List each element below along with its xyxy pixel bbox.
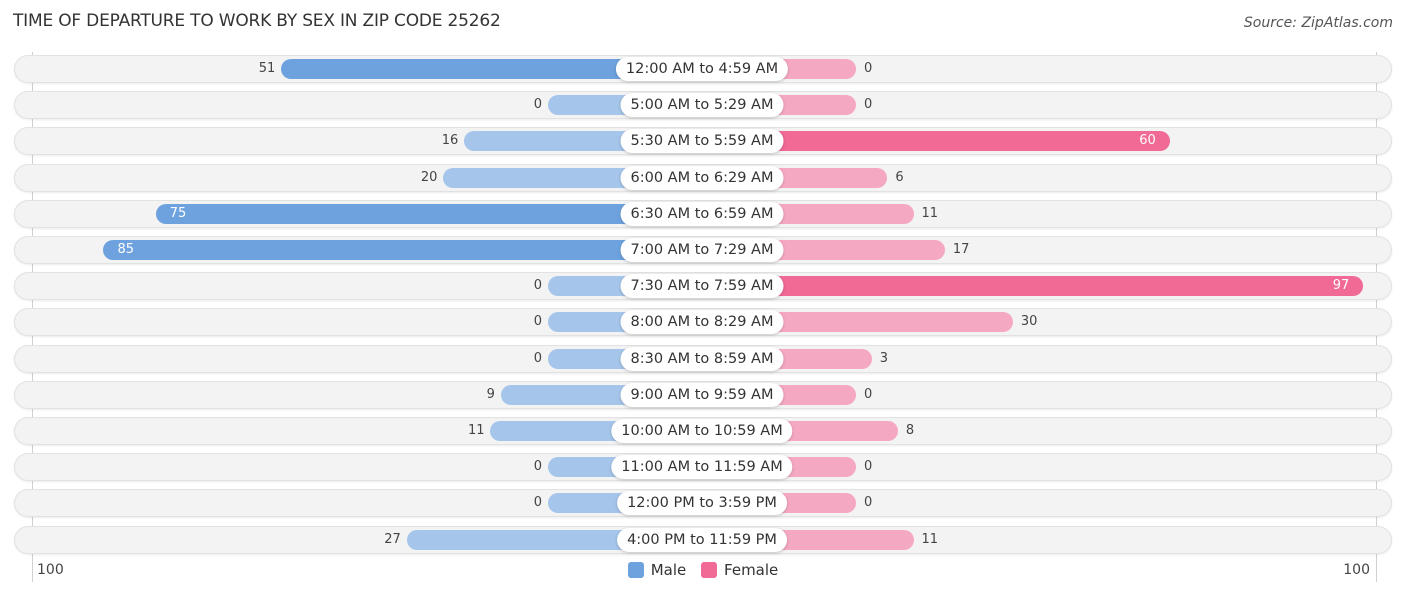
- category-label: 4:00 PM to 11:59 PM: [617, 527, 787, 552]
- value-label-female: 11: [921, 531, 939, 547]
- category-label: 6:00 AM to 6:29 AM: [620, 165, 784, 190]
- legend-swatch-male: [627, 562, 644, 578]
- value-label-male: 20: [420, 169, 438, 185]
- bar-female[interactable]: [702, 276, 1364, 297]
- value-label-male: 51: [258, 61, 276, 76]
- value-label-male: 16: [441, 133, 459, 149]
- value-label-female: 0: [864, 386, 873, 402]
- value-label-male: 27: [384, 531, 401, 547]
- category-label: 8:30 AM to 8:59 AM: [620, 346, 784, 371]
- chart-title: TIME OF DEPARTURE TO WORK BY SEX IN ZIP …: [13, 11, 501, 31]
- category-label: 7:00 AM to 7:29 AM: [620, 238, 784, 262]
- source-label: Source: ZipAtlas.com: [1243, 15, 1393, 31]
- value-label-female: 0: [864, 459, 873, 475]
- category-label: 12:00 AM to 4:59 AM: [615, 57, 789, 81]
- category-label: 8:00 AM to 8:29 AM: [620, 310, 784, 335]
- value-label-female: 97: [1332, 278, 1350, 294]
- category-label: 5:30 AM to 5:59 AM: [620, 129, 784, 154]
- value-label-female: 30: [1020, 314, 1038, 330]
- value-label-male: 0: [533, 495, 542, 511]
- legend-label-male: Male: [650, 561, 687, 579]
- value-label-male: 75: [169, 205, 187, 221]
- value-label-male: 0: [533, 459, 542, 475]
- value-label-male: 85: [117, 242, 134, 257]
- value-label-female: 60: [1139, 133, 1156, 149]
- value-label-male: 0: [533, 314, 542, 330]
- category-label: 5:00 AM to 5:29 AM: [620, 93, 784, 118]
- value-label-male: 9: [486, 386, 495, 402]
- legend-item-female[interactable]: Female: [701, 561, 778, 579]
- value-label-female: 8: [905, 423, 915, 438]
- value-label-female: 0: [864, 495, 873, 511]
- value-label-female: 0: [864, 97, 873, 113]
- value-label-male: 0: [533, 97, 542, 113]
- legend: Male Female: [0, 561, 1406, 582]
- value-label-male: 0: [533, 350, 542, 366]
- value-label-female: 6: [895, 169, 904, 185]
- category-label: 6:30 AM to 6:59 AM: [620, 201, 784, 226]
- value-label-male: 0: [533, 278, 542, 294]
- category-label: 7:30 AM to 7:59 AM: [620, 274, 784, 299]
- value-label-female: 0: [864, 61, 873, 76]
- legend-item-male[interactable]: Male: [627, 561, 687, 579]
- bar-male[interactable]: [103, 240, 702, 260]
- category-label: 11:00 AM to 11:59 AM: [611, 455, 793, 480]
- value-label-female: 11: [921, 205, 939, 221]
- category-label: 12:00 PM to 3:59 PM: [617, 491, 787, 516]
- legend-label-female: Female: [724, 561, 779, 579]
- category-label: 10:00 AM to 10:59 AM: [611, 419, 793, 443]
- value-label-female: 17: [952, 242, 970, 257]
- legend-swatch-female: [701, 562, 718, 578]
- category-label: 9:00 AM to 9:59 AM: [620, 382, 784, 407]
- value-label-female: 3: [879, 350, 888, 366]
- value-label-male: 11: [467, 423, 485, 438]
